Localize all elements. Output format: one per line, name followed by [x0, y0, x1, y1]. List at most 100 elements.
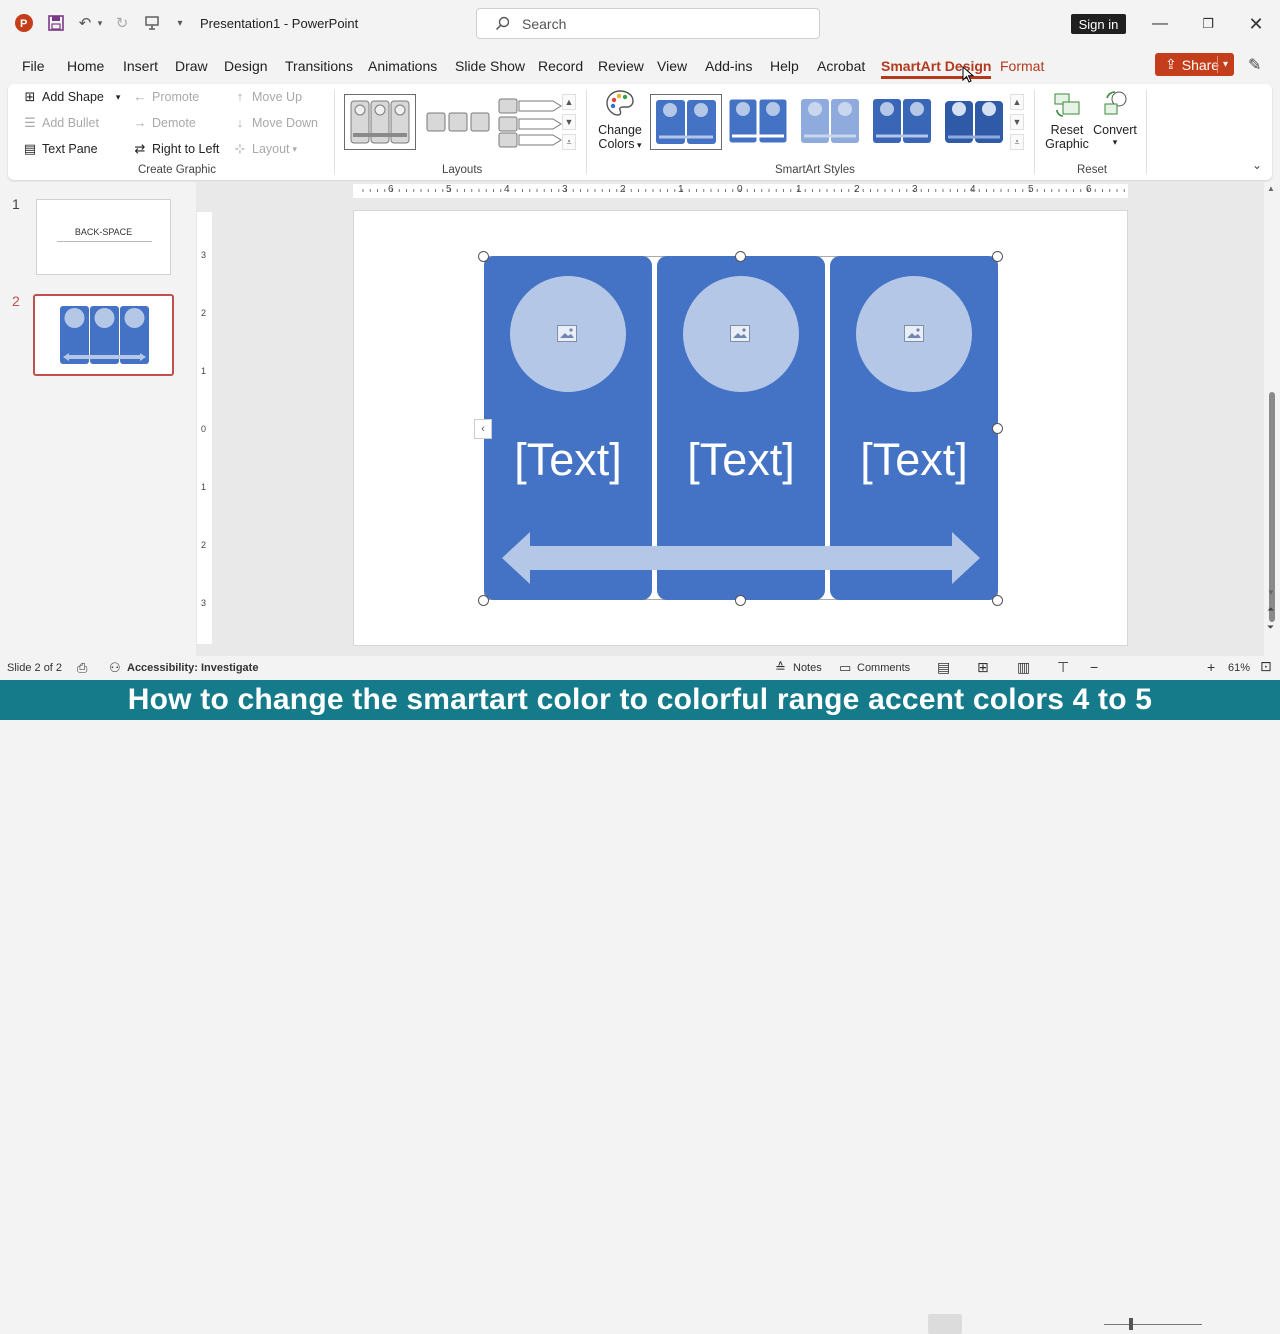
resize-handle[interactable] [992, 595, 1003, 606]
zoom-in-icon[interactable]: + [1207, 659, 1215, 675]
text-pane-button[interactable]: ▤ Text Pane [22, 141, 98, 157]
accessibility-icon: ⚇ [109, 660, 121, 675]
smartart-style-5[interactable] [942, 96, 1006, 146]
move-down-button[interactable]: ↓ Move Down [232, 115, 318, 130]
tab-slide-show[interactable]: Slide Show [455, 58, 525, 74]
tab-format[interactable]: Format [1000, 58, 1044, 74]
resize-handle[interactable] [478, 595, 489, 606]
tab-acrobat[interactable]: Acrobat [817, 58, 865, 74]
restore-icon[interactable]: ❐ [1196, 12, 1220, 36]
zoom-slider-thumb[interactable] [1129, 1318, 1133, 1330]
tab-review[interactable]: Review [598, 58, 644, 74]
minimize-icon[interactable]: — [1148, 12, 1172, 36]
tab-transitions[interactable]: Transitions [285, 58, 353, 74]
share-dropdown-icon[interactable]: ▾ [1216, 56, 1228, 73]
smartart-style-2[interactable] [726, 96, 790, 146]
comments-button[interactable]: Comments [857, 662, 910, 674]
smartart-style-1[interactable] [650, 94, 722, 150]
smartart-double-arrow[interactable] [500, 530, 982, 586]
redo-icon[interactable]: ↻ [110, 12, 134, 34]
smartart-style-4[interactable] [870, 96, 934, 146]
promote-button[interactable]: ← Promote [132, 89, 200, 104]
next-slide-icon[interactable]: ⏷ [1267, 622, 1274, 633]
layouts-more-icon[interactable]: ⩡ [562, 134, 576, 150]
accessibility-status[interactable]: Accessibility: Investigate [127, 662, 258, 674]
collapse-ribbon-icon[interactable]: ⌄ [1252, 158, 1262, 172]
add-shape-button[interactable]: ⊞ Add Shape ▾ [22, 89, 121, 105]
present-from-start-icon[interactable] [140, 12, 164, 34]
smartart-text-1[interactable]: [Text] [484, 434, 652, 486]
smartart-style-3[interactable] [798, 96, 862, 146]
tab-add-ins[interactable]: Add-ins [705, 58, 752, 74]
save-icon[interactable] [44, 12, 68, 34]
slide-sorter-icon[interactable]: ⊞ [977, 659, 989, 676]
spelling-check-icon[interactable]: ⎙ [77, 660, 87, 676]
slide-thumbnail-2[interactable] [33, 294, 174, 376]
slide-count-status[interactable]: Slide 2 of 2 [7, 662, 62, 674]
resize-handle[interactable] [992, 423, 1003, 434]
tab-insert[interactable]: Insert [123, 58, 158, 74]
comments-feedback-icon[interactable]: ✎ [1248, 55, 1261, 75]
move-up-button[interactable]: ↑ Move Up [232, 89, 302, 104]
resize-handle[interactable] [735, 595, 746, 606]
smartart-text-3[interactable]: [Text] [830, 434, 998, 486]
fit-slide-icon[interactable]: ⊡ [1260, 658, 1272, 675]
layout-button[interactable]: ⊹ Layout ▾ [232, 141, 298, 157]
insert-picture-icon[interactable] [557, 325, 577, 342]
styles-scroll-up-icon[interactable]: ▲ [1010, 94, 1024, 110]
convert-button[interactable]: Convert ▾ [1090, 88, 1140, 148]
undo-dropdown-icon[interactable]: ▾ [95, 12, 105, 34]
notes-button[interactable]: Notes [793, 662, 822, 674]
layout-gallery-item-1[interactable] [344, 94, 416, 150]
close-icon[interactable]: ✕ [1244, 12, 1268, 36]
zoom-level[interactable]: 61% [1228, 662, 1250, 674]
zoom-slider[interactable] [1104, 1324, 1202, 1325]
share-label: Share [1181, 56, 1220, 73]
styles-scroll-down-icon[interactable]: ▼ [1010, 114, 1024, 130]
tab-draw[interactable]: Draw [175, 58, 208, 74]
demote-button[interactable]: → Demote [132, 115, 196, 130]
scroll-up-icon[interactable]: ▲ [1267, 184, 1275, 193]
layout-gallery-item-2[interactable] [422, 94, 494, 150]
change-colors-button[interactable]: Change Colors ▾ [598, 88, 642, 158]
tab-animations[interactable]: Animations [368, 58, 437, 74]
insert-picture-icon[interactable] [730, 325, 750, 342]
sign-in-button[interactable]: Sign in [1071, 14, 1126, 34]
vertical-scrollbar[interactable]: ▲ ▼ ⏶ ⏷ [1264, 182, 1280, 656]
tab-help[interactable]: Help [770, 58, 799, 74]
tab-home[interactable]: Home [67, 58, 104, 74]
resize-handle[interactable] [478, 251, 489, 262]
add-shape-dropdown-icon[interactable]: ▾ [116, 92, 121, 103]
tab-record[interactable]: Record [538, 58, 583, 74]
add-bullet-button[interactable]: ☰ Add Bullet [22, 115, 99, 131]
resize-handle[interactable] [992, 251, 1003, 262]
previous-slide-icon[interactable]: ⏶ [1267, 604, 1274, 615]
layouts-scroll-up-icon[interactable]: ▲ [562, 94, 576, 110]
reading-view-icon[interactable]: ▥ [1017, 659, 1030, 676]
styles-more-icon[interactable]: ⩡ [1010, 134, 1024, 150]
resize-handle[interactable] [735, 251, 746, 262]
layout-gallery-item-3[interactable] [496, 94, 568, 150]
zoom-out-icon[interactable]: − [1090, 659, 1098, 675]
slide-number-2: 2 [12, 293, 20, 309]
scroll-down-icon[interactable]: ▼ [1267, 588, 1275, 597]
tab-view[interactable]: View [657, 58, 687, 74]
text-pane-toggle-icon[interactable]: ‹ [474, 419, 492, 439]
share-icon: ⇪ [1165, 56, 1177, 72]
vertical-ruler: 3 2 1 0 1 2 3 [197, 212, 212, 644]
tab-file[interactable]: File [22, 58, 45, 74]
slide-thumbnail-1[interactable]: BACK-SPACE [36, 199, 171, 275]
insert-picture-icon[interactable] [904, 325, 924, 342]
slide-show-icon[interactable]: ⊤ [1057, 659, 1069, 676]
normal-view-icon[interactable]: ▤ [937, 659, 950, 676]
right-to-left-button[interactable]: ⇄ Right to Left [132, 141, 220, 157]
group-label-smartart-styles: SmartArt Styles [775, 164, 855, 176]
layouts-scroll-down-icon[interactable]: ▼ [562, 114, 576, 130]
share-button[interactable]: ⇪ Share ▾ [1155, 53, 1234, 76]
reset-graphic-button[interactable]: Reset Graphic [1042, 88, 1092, 151]
smartart-text-2[interactable]: [Text] [657, 434, 825, 486]
undo-icon[interactable]: ↶ [74, 12, 96, 34]
search-box[interactable]: Search [476, 8, 820, 39]
customize-qat-icon[interactable]: ▾ [170, 12, 190, 34]
tab-design[interactable]: Design [224, 58, 268, 74]
